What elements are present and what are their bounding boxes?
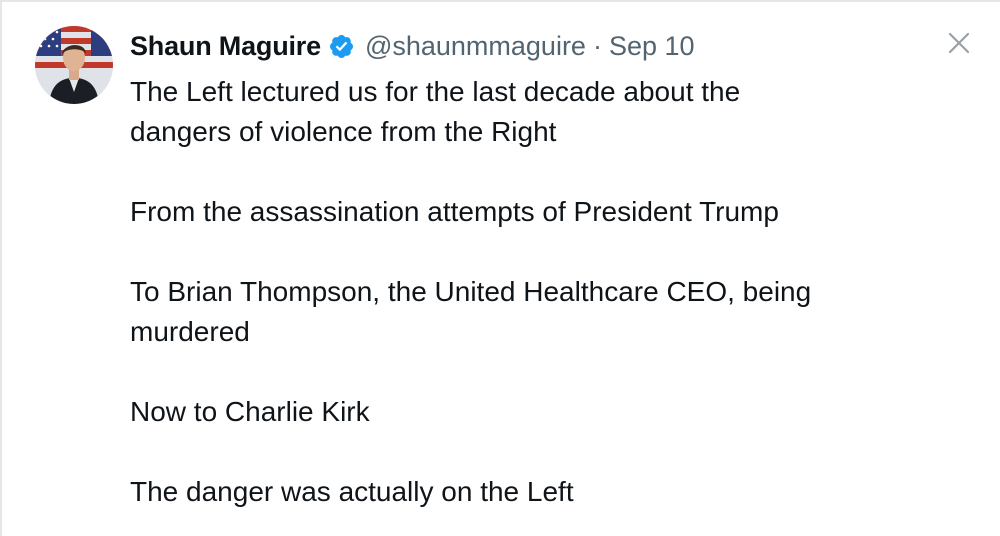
tweet-line: Now to Charlie Kirk: [130, 396, 370, 427]
tweet-paragraph: To Brian Thompson, the United Healthcare…: [130, 272, 980, 352]
tweet-line: dangers of violence from the Right: [130, 116, 557, 147]
tweet-line: murdered: [130, 316, 250, 347]
tweet-paragraph: Now to Charlie Kirk: [130, 392, 980, 432]
tweet-paragraph: The danger was actually on the Left: [130, 472, 980, 512]
tweet-paragraph: The Left lectured us for the last decade…: [130, 72, 980, 152]
tweet-date[interactable]: Sep 10: [609, 31, 695, 62]
tweet-line: To Brian Thompson, the United Healthcare…: [130, 276, 812, 307]
close-icon[interactable]: [946, 30, 972, 56]
tweet-line: From the assassination attempts of Presi…: [130, 196, 779, 227]
avatar[interactable]: [35, 26, 113, 104]
verified-badge-icon: [328, 33, 355, 60]
tweet-text: The Left lectured us for the last decade…: [130, 72, 980, 512]
avatar-image: [35, 26, 113, 104]
author-name[interactable]: Shaun Maguire: [130, 31, 321, 62]
tweet-card: Shaun Maguire @shaunmmaguire · Sep 10 Th…: [0, 0, 1000, 536]
author-handle[interactable]: @shaunmmaguire: [365, 31, 586, 62]
tweet-line: The danger was actually on the Left: [130, 476, 574, 507]
tweet-line: The Left lectured us for the last decade…: [130, 76, 741, 107]
header-separator: ·: [592, 30, 602, 61]
tweet-header: Shaun Maguire @shaunmmaguire · Sep 10: [130, 28, 695, 64]
tweet-paragraph: From the assassination attempts of Presi…: [130, 192, 980, 232]
